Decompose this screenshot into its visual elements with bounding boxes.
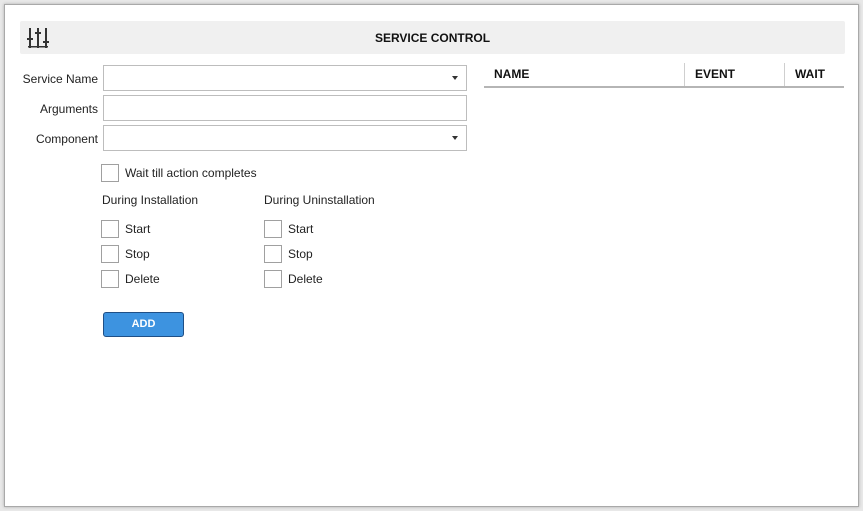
install-delete-checkbox[interactable]	[101, 270, 119, 288]
wait-checkbox-label: Wait till action completes	[125, 166, 257, 180]
service-control-window: SERVICE CONTROL Service Name Arguments C…	[4, 4, 859, 507]
arguments-label: Arguments	[39, 102, 98, 116]
service-grid-header: NAME EVENT WAIT	[484, 63, 844, 88]
column-header-name[interactable]: NAME	[484, 63, 684, 86]
install-start-label: Start	[125, 222, 151, 236]
add-button[interactable]: ADD	[103, 312, 184, 337]
arguments-input[interactable]	[103, 95, 467, 121]
installation-group-title: During Installation	[102, 193, 199, 207]
uninstall-delete-label: Delete	[288, 272, 323, 286]
service-name-label: Service Name	[22, 72, 98, 86]
install-stop-checkbox[interactable]	[101, 245, 119, 263]
component-combobox[interactable]	[103, 125, 467, 151]
uninstall-stop-checkbox[interactable]	[264, 245, 282, 263]
chevron-down-icon[interactable]	[452, 76, 458, 80]
install-start-checkbox[interactable]	[101, 220, 119, 238]
install-delete-label: Delete	[125, 272, 160, 286]
service-name-combobox[interactable]	[103, 65, 467, 91]
header-bar: SERVICE CONTROL	[20, 21, 845, 54]
component-label: Component	[35, 132, 98, 146]
uninstallation-group-title: During Uninstallation	[264, 193, 375, 207]
chevron-down-icon[interactable]	[452, 136, 458, 140]
uninstall-start-label: Start	[288, 222, 314, 236]
page-title: SERVICE CONTROL	[374, 31, 491, 45]
column-header-event[interactable]: EVENT	[684, 63, 784, 86]
column-header-wait[interactable]: WAIT	[784, 63, 844, 86]
install-stop-label: Stop	[125, 247, 150, 261]
uninstall-start-checkbox[interactable]	[264, 220, 282, 238]
wait-checkbox[interactable]	[101, 164, 119, 182]
uninstall-delete-checkbox[interactable]	[264, 270, 282, 288]
uninstall-stop-label: Stop	[288, 247, 313, 261]
